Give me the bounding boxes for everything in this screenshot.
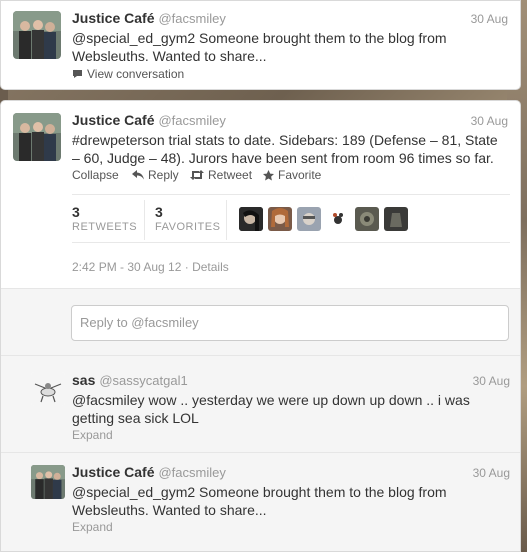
- favorite-button[interactable]: Favorite: [263, 168, 321, 182]
- tweet-author[interactable]: Justice Café @facsmiley: [72, 112, 226, 128]
- avatar[interactable]: [13, 113, 61, 161]
- reply-input[interactable]: Reply to @facsmiley: [71, 305, 509, 341]
- author-name[interactable]: Justice Café: [72, 464, 154, 480]
- author-name[interactable]: Justice Café: [72, 112, 154, 128]
- timestamp-text[interactable]: 2:42 PM - 30 Aug 12: [72, 260, 181, 274]
- favoriter-avatar[interactable]: [239, 207, 263, 231]
- tweet-text-line: – 60, Judge – 48). Jurors have been sent…: [72, 150, 494, 166]
- retweets-label: RETWEETS: [72, 221, 138, 233]
- tweet-card-expanded: Justice Café @facsmiley 30 Aug #drewpeter…: [0, 100, 521, 552]
- author-handle[interactable]: @sassycatgal1: [99, 373, 187, 388]
- author-name[interactable]: Justice Café: [72, 10, 154, 26]
- reply-label: Reply: [148, 168, 179, 182]
- tweet-text-line: Websleuths. Wanted to share...: [72, 48, 267, 64]
- tweet-timestamp[interactable]: 2:42 PM - 30 Aug 12 · Details: [72, 260, 229, 274]
- retweets-count: 3: [72, 204, 80, 220]
- tweet-text-line: @special_ed_gym2 Someone brought them to…: [72, 484, 447, 500]
- tweet-text-line: @facsmiley wow .. yesterday we were up d…: [72, 392, 470, 408]
- reply-tweet[interactable]: Justice Café @facsmiley 30 Aug @special_e…: [1, 453, 520, 551]
- view-conversation-label: View conversation: [87, 67, 185, 81]
- retweet-button[interactable]: Retweet: [190, 168, 252, 182]
- tweet-date[interactable]: 30 Aug: [473, 466, 510, 480]
- favoriter-avatar[interactable]: [384, 207, 408, 231]
- timestamp-separator: ·: [181, 260, 193, 274]
- tweet-author[interactable]: sas @sassycatgal1: [72, 372, 188, 388]
- tweet-text-line: getting sea sick LOL: [72, 410, 199, 426]
- author-handle[interactable]: @facsmiley: [158, 11, 225, 26]
- details-link[interactable]: Details: [192, 260, 229, 274]
- tweet-author[interactable]: Justice Café @facsmiley: [72, 464, 226, 480]
- author-name[interactable]: sas: [72, 372, 95, 388]
- favorites-count: 3: [155, 204, 163, 220]
- tweet-text-line: #drewpeterson trial stats to date. Sideb…: [72, 132, 498, 148]
- author-handle[interactable]: @facsmiley: [158, 465, 225, 480]
- stat-divider: [226, 200, 227, 240]
- tweet-text: @special_ed_gym2 Someone brought them to…: [72, 29, 447, 65]
- stat-divider: [144, 200, 145, 240]
- favoriter-avatar[interactable]: [268, 207, 292, 231]
- tweet-author[interactable]: Justice Café @facsmiley: [72, 10, 226, 26]
- avatar[interactable]: [13, 11, 61, 59]
- favorites-label: FAVORITES: [155, 221, 221, 233]
- reply-area: Reply to @facsmiley: [1, 288, 520, 356]
- tweet-text: @facsmiley wow .. yesterday we were up d…: [72, 391, 470, 427]
- avatar[interactable]: [31, 465, 65, 499]
- collapse-label: Collapse: [72, 168, 119, 182]
- tweet-date[interactable]: 30 Aug: [471, 114, 508, 128]
- speech-bubble-icon: [73, 70, 82, 78]
- avatar[interactable]: [31, 372, 65, 406]
- expand-link[interactable]: Expand: [72, 428, 113, 442]
- retweet-icon: [190, 170, 204, 180]
- favoriter-avatar[interactable]: [297, 207, 321, 231]
- tweet-text-line: Websleuths. Wanted to share...: [72, 502, 267, 518]
- view-conversation-link[interactable]: View conversation: [72, 67, 184, 81]
- expand-link[interactable]: Expand: [72, 520, 113, 534]
- favoriter-avatar[interactable]: [355, 207, 379, 231]
- tweet-text: #drewpeterson trial stats to date. Sideb…: [72, 131, 498, 167]
- reply-icon: [132, 170, 144, 180]
- collapse-button[interactable]: Collapse: [72, 168, 119, 182]
- reply-tweet[interactable]: sas @sassycatgal1 30 Aug @facsmiley wow .…: [1, 356, 520, 453]
- divider: [72, 242, 510, 243]
- tweet-date[interactable]: 30 Aug: [471, 12, 508, 26]
- author-handle[interactable]: @facsmiley: [158, 113, 225, 128]
- retweet-label: Retweet: [208, 168, 253, 182]
- tweet-date[interactable]: 30 Aug: [473, 374, 510, 388]
- tweet-card-top[interactable]: Justice Café @facsmiley 30 Aug @special_e…: [0, 0, 521, 90]
- favorite-label: Favorite: [278, 168, 322, 182]
- tweet-text: @special_ed_gym2 Someone brought them to…: [72, 483, 447, 519]
- favoriter-avatar[interactable]: [326, 207, 350, 231]
- tweet-text-line: @special_ed_gym2 Someone brought them to…: [72, 30, 447, 46]
- star-icon: [263, 169, 274, 180]
- divider: [72, 194, 510, 195]
- reply-button[interactable]: Reply: [132, 168, 179, 182]
